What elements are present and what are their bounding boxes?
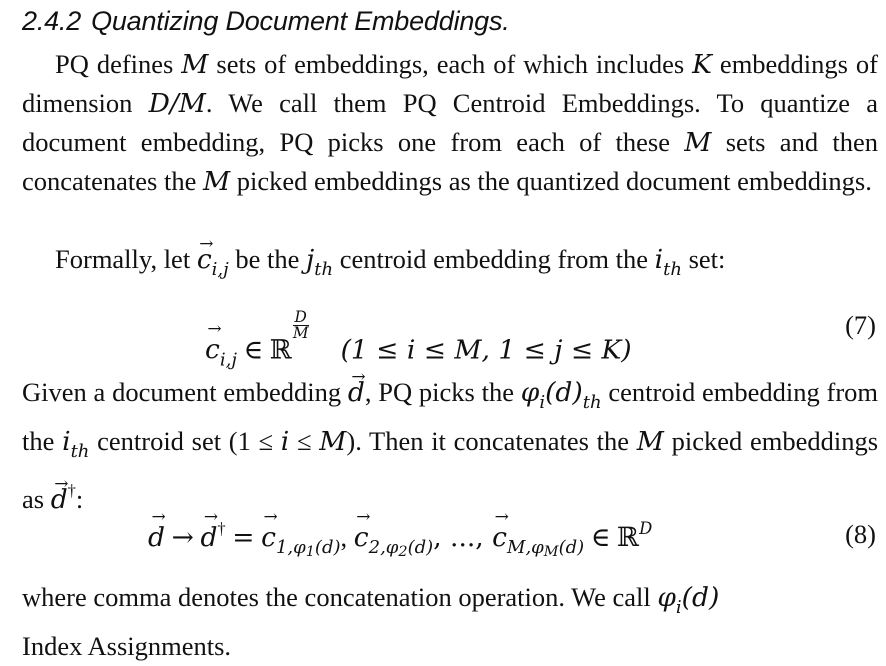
paragraph-formally: Formally, let ci,j be the jth centroid e… bbox=[22, 240, 878, 289]
equation-8-body: d → d† = c1,φ1(d), c2,φ2(d), ..., cM,φM(… bbox=[148, 519, 652, 560]
section-title: Quantizing Document Embeddings. bbox=[91, 6, 510, 36]
equation-8: d → d† = c1,φ1(d), c2,φ2(d), ..., cM,φM(… bbox=[0, 515, 886, 560]
equation-number-7: (7) bbox=[845, 310, 876, 340]
equation-7-body: ci,j ∈ ℝDM(1 ≤ i ≤ M, 1 ≤ j ≤ K) bbox=[205, 308, 632, 370]
paragraph-given-document: Given a document embedding d, PQ picks t… bbox=[22, 373, 878, 519]
paper-page: 2.4.2 Quantizing Document Embeddings. PQ … bbox=[0, 0, 886, 661]
section-number: 2.4.2 bbox=[22, 6, 82, 36]
section-heading: 2.4.2 Quantizing Document Embeddings. bbox=[22, 6, 510, 37]
equation-7: ci,j ∈ ℝDM(1 ≤ i ≤ M, 1 ≤ j ≤ K) (7) bbox=[0, 306, 886, 370]
paragraph-index-assignments: where comma denotes the concatenation op… bbox=[22, 582, 720, 661]
equation-number-8: (8) bbox=[845, 519, 876, 549]
fraction-d-over-m: DM bbox=[292, 308, 309, 343]
paragraph-pq-definition: PQ defines M sets of embeddings, each of… bbox=[22, 49, 879, 197]
